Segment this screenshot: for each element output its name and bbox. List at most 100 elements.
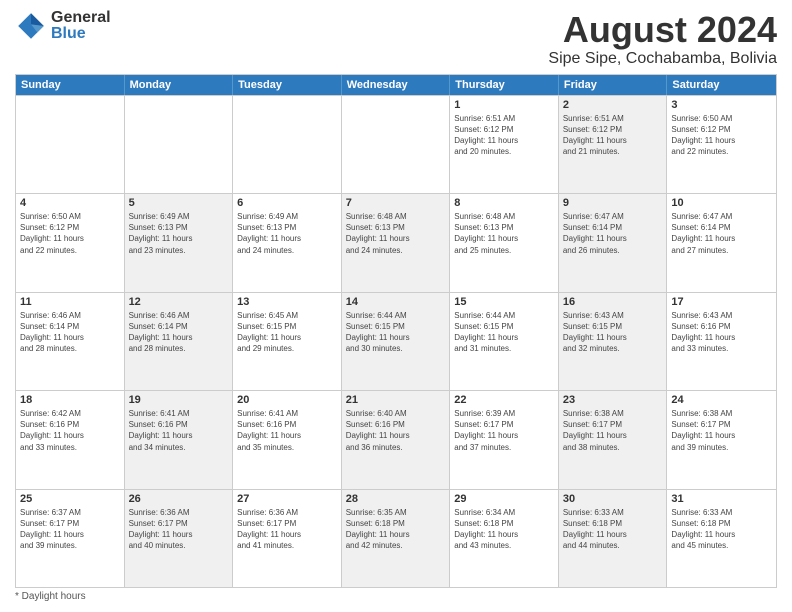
day-number: 17 [671,296,772,308]
week-5: 25 Sunrise: 6:37 AM Sunset: 6:17 PM Dayli… [16,489,776,587]
page: General Blue August 2024 Sipe Sipe, Coch… [0,0,792,612]
day-info: Sunrise: 6:40 AM Sunset: 6:16 PM Dayligh… [346,408,446,453]
cell-w5-d5: 29Sunrise: 6:34 AM Sunset: 6:18 PM Dayli… [450,490,559,587]
cell-w3-d4: 14 Sunrise: 6:44 AM Sunset: 6:15 PM Dayli… [342,293,451,390]
cell-w1-d7: 3 Sunrise: 6:50 AM Sunset: 6:12 PM Daylig… [667,96,776,193]
week-4: 18 Sunrise: 6:42 AM Sunset: 6:16 PM Dayli… [16,390,776,488]
day-number: 14 [346,296,446,308]
week-2: 4Sunrise: 6:50 AM Sunset: 6:12 PM Daylig… [16,193,776,291]
footer-note: * Daylight hours [15,588,777,602]
day-info: Sunrise: 6:45 AM Sunset: 6:15 PM Dayligh… [237,310,337,355]
day-number: 6 [237,197,337,209]
day-info: Sunrise: 6:36 AM Sunset: 6:17 PM Dayligh… [237,507,337,552]
cell-w1-d3 [233,96,342,193]
day-number: 15 [454,296,554,308]
day-number: 27 [237,493,337,505]
day-number: 3 [671,99,772,111]
footer-note-text: Daylight hours [22,591,86,602]
day-info: Sunrise: 6:47 AM Sunset: 6:14 PM Dayligh… [671,211,772,256]
day-number: 26 [129,493,229,505]
cell-w1-d6: 2 Sunrise: 6:51 AM Sunset: 6:12 PM Daylig… [559,96,668,193]
day-number: 25 [20,493,120,505]
cell-w1-d4 [342,96,451,193]
cell-w3-d1: 11 Sunrise: 6:46 AM Sunset: 6:14 PM Dayli… [16,293,125,390]
day-info: Sunrise: 6:38 AM Sunset: 6:17 PM Dayligh… [671,408,772,453]
cell-w2-d4: 7 Sunrise: 6:48 AM Sunset: 6:13 PM Daylig… [342,194,451,291]
day-number: 22 [454,394,554,406]
cell-w4-d5: 22Sunrise: 6:39 AM Sunset: 6:17 PM Dayli… [450,391,559,488]
cell-w4-d2: 19 Sunrise: 6:41 AM Sunset: 6:16 PM Dayli… [125,391,234,488]
day-info: Sunrise: 6:43 AM Sunset: 6:16 PM Dayligh… [671,310,772,355]
day-number: 1 [454,99,554,111]
logo-blue-text: Blue [51,26,111,42]
day-info: Sunrise: 6:48 AM Sunset: 6:13 PM Dayligh… [346,211,446,256]
title-month: August 2024 [548,10,777,50]
day-number: 20 [237,394,337,406]
cell-w3-d5: 15 Sunrise: 6:44 AM Sunset: 6:15 PM Dayli… [450,293,559,390]
day-number: 21 [346,394,446,406]
day-info: Sunrise: 6:49 AM Sunset: 6:13 PM Dayligh… [237,211,337,256]
day-number: 18 [20,394,120,406]
cell-w5-d2: 26 Sunrise: 6:36 AM Sunset: 6:17 PM Dayli… [125,490,234,587]
day-info: Sunrise: 6:44 AM Sunset: 6:15 PM Dayligh… [454,310,554,355]
cell-w2-d5: 8Sunrise: 6:48 AM Sunset: 6:13 PM Daylig… [450,194,559,291]
cell-w2-d7: 10 Sunrise: 6:47 AM Sunset: 6:14 PM Dayli… [667,194,776,291]
day-info: Sunrise: 6:34 AM Sunset: 6:18 PM Dayligh… [454,507,554,552]
day-number: 2 [563,99,663,111]
day-info: Sunrise: 6:47 AM Sunset: 6:14 PM Dayligh… [563,211,663,256]
day-number: 28 [346,493,446,505]
day-number: 31 [671,493,772,505]
day-info: Sunrise: 6:44 AM Sunset: 6:15 PM Dayligh… [346,310,446,355]
cell-w5-d1: 25 Sunrise: 6:37 AM Sunset: 6:17 PM Dayli… [16,490,125,587]
header-saturday: Saturday [667,75,776,95]
day-info: Sunrise: 6:33 AM Sunset: 6:18 PM Dayligh… [671,507,772,552]
cell-w5-d7: 31 Sunrise: 6:33 AM Sunset: 6:18 PM Dayli… [667,490,776,587]
week-3: 11 Sunrise: 6:46 AM Sunset: 6:14 PM Dayli… [16,292,776,390]
day-info: Sunrise: 6:48 AM Sunset: 6:13 PM Dayligh… [454,211,554,256]
day-number: 12 [129,296,229,308]
header-monday: Monday [125,75,234,95]
cell-w5-d4: 28Sunrise: 6:35 AM Sunset: 6:18 PM Dayli… [342,490,451,587]
header-tuesday: Tuesday [233,75,342,95]
day-info: Sunrise: 6:46 AM Sunset: 6:14 PM Dayligh… [20,310,120,355]
cell-w3-d7: 17 Sunrise: 6:43 AM Sunset: 6:16 PM Dayli… [667,293,776,390]
day-number: 10 [671,197,772,209]
logo: General Blue [15,10,111,42]
day-info: Sunrise: 6:41 AM Sunset: 6:16 PM Dayligh… [237,408,337,453]
cell-w2-d2: 5Sunrise: 6:49 AM Sunset: 6:13 PM Daylig… [125,194,234,291]
cell-w5-d3: 27 Sunrise: 6:36 AM Sunset: 6:17 PM Dayli… [233,490,342,587]
cell-w4-d3: 20 Sunrise: 6:41 AM Sunset: 6:16 PM Dayli… [233,391,342,488]
day-info: Sunrise: 6:41 AM Sunset: 6:16 PM Dayligh… [129,408,229,453]
header-thursday: Thursday [450,75,559,95]
day-info: Sunrise: 6:46 AM Sunset: 6:14 PM Dayligh… [129,310,229,355]
day-info: Sunrise: 6:38 AM Sunset: 6:17 PM Dayligh… [563,408,663,453]
logo-text: General Blue [51,10,111,42]
day-info: Sunrise: 6:43 AM Sunset: 6:15 PM Dayligh… [563,310,663,355]
cell-w2-d1: 4Sunrise: 6:50 AM Sunset: 6:12 PM Daylig… [16,194,125,291]
cell-w2-d3: 6 Sunrise: 6:49 AM Sunset: 6:13 PM Daylig… [233,194,342,291]
calendar: Sunday Monday Tuesday Wednesday Thursday… [15,74,777,588]
day-info: Sunrise: 6:42 AM Sunset: 6:16 PM Dayligh… [20,408,120,453]
day-info: Sunrise: 6:50 AM Sunset: 6:12 PM Dayligh… [671,113,772,158]
cell-w3-d6: 16Sunrise: 6:43 AM Sunset: 6:15 PM Dayli… [559,293,668,390]
cell-w4-d6: 23 Sunrise: 6:38 AM Sunset: 6:17 PM Dayli… [559,391,668,488]
day-number: 9 [563,197,663,209]
day-number: 7 [346,197,446,209]
cell-w1-d2 [125,96,234,193]
day-info: Sunrise: 6:51 AM Sunset: 6:12 PM Dayligh… [563,113,663,158]
header-wednesday: Wednesday [342,75,451,95]
header-sunday: Sunday [16,75,125,95]
day-number: 4 [20,197,120,209]
day-number: 23 [563,394,663,406]
header-friday: Friday [559,75,668,95]
day-number: 19 [129,394,229,406]
day-info: Sunrise: 6:36 AM Sunset: 6:17 PM Dayligh… [129,507,229,552]
day-info: Sunrise: 6:49 AM Sunset: 6:13 PM Dayligh… [129,211,229,256]
cell-w4-d1: 18 Sunrise: 6:42 AM Sunset: 6:16 PM Dayli… [16,391,125,488]
day-info: Sunrise: 6:37 AM Sunset: 6:17 PM Dayligh… [20,507,120,552]
day-info: Sunrise: 6:33 AM Sunset: 6:18 PM Dayligh… [563,507,663,552]
day-number: 11 [20,296,120,308]
logo-icon [15,10,47,42]
title-block: August 2024 Sipe Sipe, Cochabamba, Boliv… [548,10,777,68]
day-number: 24 [671,394,772,406]
